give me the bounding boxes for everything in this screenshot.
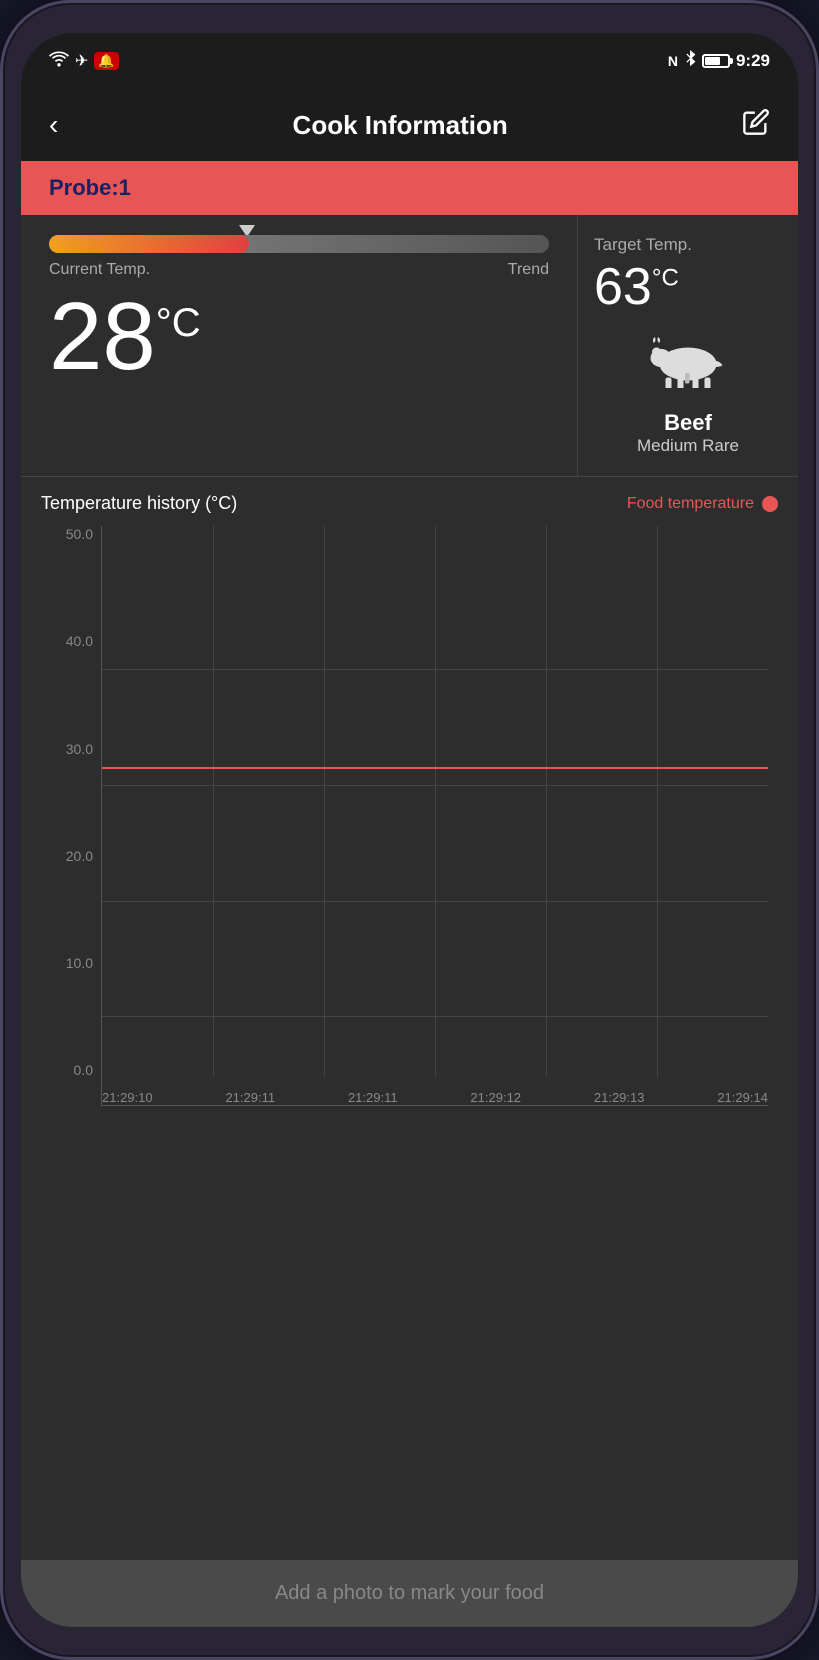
time-display: 9:29 [736,51,770,71]
history-legend: Food temperature [627,495,778,513]
temperature-panel: Current Temp. Trend 28°C Target Temp. 63… [21,215,798,477]
x-label-2: 21:29:11 [348,1090,398,1105]
progress-container [49,235,549,253]
bluetooth-icon [684,50,696,73]
target-temp-label: Target Temp. [594,235,692,255]
add-photo-label: Add a photo to mark your food [275,1582,544,1604]
target-temp-value: 63°C [594,259,679,316]
y-label-40: 40.0 [51,633,101,649]
y-label-0: 0.0 [51,1062,101,1078]
wifi-icon [49,51,69,72]
trend-label: Trend [508,261,549,279]
chart-x-axis: 21:29:10 21:29:11 21:29:11 21:29:12 21:2… [102,1086,768,1105]
x-label-3: 21:29:12 [470,1090,521,1105]
target-temp-section: Target Temp. 63°C [578,215,798,476]
chart-plot: 21:29:10 21:29:11 21:29:11 21:29:12 21:2… [101,526,768,1106]
v-grid-3 [435,526,436,1077]
y-label-30: 30.0 [51,741,101,757]
app-status-icon: 🔔 [94,52,118,70]
chart-y-axis: 50.0 40.0 30.0 20.0 10.0 0.0 [51,526,101,1106]
x-label-5: 21:29:14 [717,1090,768,1105]
history-header: Temperature history (°C) Food temperatur… [41,493,778,514]
page-title: Cook Information [293,110,508,141]
v-grid-5 [657,526,658,1077]
edit-button[interactable] [742,108,770,142]
battery-icon [702,54,730,68]
x-label-1: 21:29:11 [225,1090,275,1105]
back-button[interactable]: ‹ [49,109,58,141]
probe-label: Probe:1 [49,175,131,200]
legend-dot [762,496,778,512]
add-photo-button[interactable]: Add a photo to mark your food [21,1560,798,1627]
nfc-icon: N [668,53,678,69]
phone-frame: ✈ 🔔 N 9:29 ‹ Cook Information [0,0,819,1660]
food-doneness: Medium Rare [637,436,739,456]
v-grid-4 [546,526,547,1077]
y-label-20: 20.0 [51,848,101,864]
x-label-0: 21:29:10 [102,1090,153,1105]
header: ‹ Cook Information [21,89,798,161]
current-temp-section: Current Temp. Trend 28°C [21,215,578,476]
airplane-icon: ✈ [75,51,88,71]
current-temp-label: Current Temp. [49,261,150,279]
phone-screen: ✈ 🔔 N 9:29 ‹ Cook Information [21,33,798,1627]
progress-bar-background [49,235,549,253]
food-type: Beef [664,410,712,436]
notch [330,33,490,71]
current-temp-value: 28°C [49,289,549,385]
chart-container: 50.0 40.0 30.0 20.0 10.0 0.0 [41,526,778,1106]
y-label-10: 10.0 [51,955,101,971]
x-label-4: 21:29:13 [594,1090,645,1105]
history-section: Temperature history (°C) Food temperatur… [21,477,798,1116]
chart-area: 50.0 40.0 30.0 20.0 10.0 0.0 [51,526,768,1106]
v-grid-2 [324,526,325,1077]
y-label-50: 50.0 [51,526,101,542]
main-content: Current Temp. Trend 28°C Target Temp. 63… [21,215,798,1560]
status-icons-right: N 9:29 [668,50,770,73]
probe-banner: Probe:1 [21,161,798,215]
cow-icon [643,328,733,402]
temp-axis-labels: Current Temp. Trend [49,261,549,279]
v-grid-1 [213,526,214,1077]
food-temp-line [102,767,768,769]
progress-bar-fill [49,235,249,253]
history-title: Temperature history (°C) [41,493,237,514]
legend-label: Food temperature [627,495,754,513]
status-icons-left: ✈ 🔔 [49,51,119,72]
